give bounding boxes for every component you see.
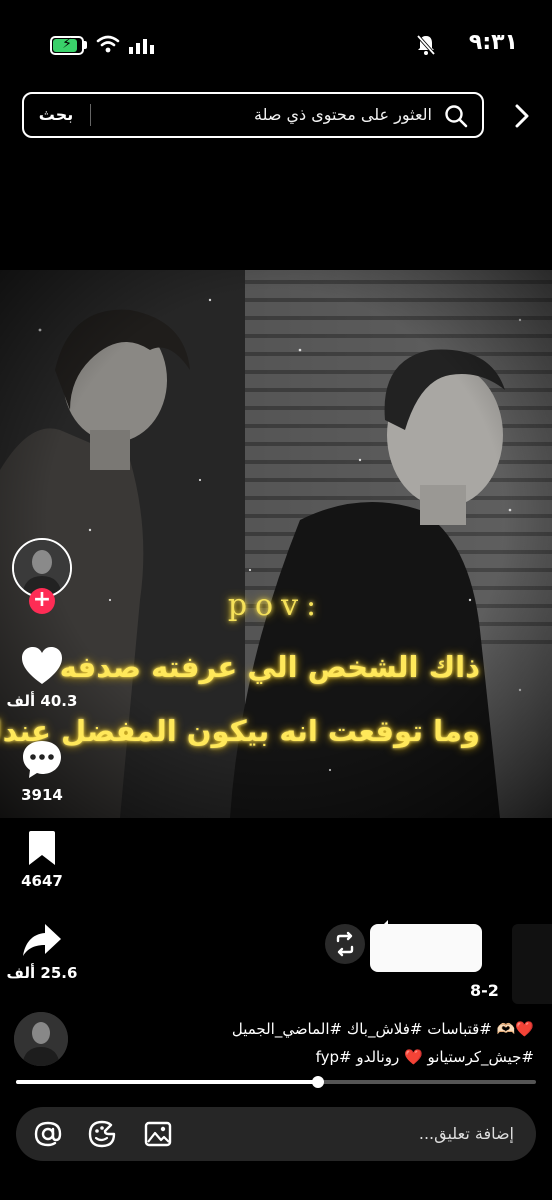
share-count: 25.6 ألف xyxy=(6,964,78,982)
video-progress-bar[interactable] xyxy=(16,1076,536,1088)
comment-input[interactable]: إضافة تعليق... xyxy=(419,1107,514,1161)
post-date: 8-2 xyxy=(470,981,499,1000)
mention-icon[interactable] xyxy=(34,1120,62,1148)
overlay-title: pov: xyxy=(227,588,325,623)
search-box[interactable]: بحث العثور على محتوى ذي صلة xyxy=(22,92,484,138)
save-count: 4647 xyxy=(21,872,63,890)
search-divider xyxy=(90,104,91,126)
status-time: ٩:٣١ xyxy=(468,30,518,55)
like-button[interactable]: 40.3 ألف xyxy=(0,646,84,710)
status-bar: ⚡ ٩:٣١ xyxy=(0,0,552,90)
comment-bubble[interactable] xyxy=(370,924,482,972)
progress-handle[interactable] xyxy=(311,1076,324,1088)
signal-icon xyxy=(129,39,154,54)
search-button[interactable]: بحث xyxy=(24,94,88,136)
image-icon[interactable] xyxy=(144,1120,172,1148)
caption-line-2: #جيش_كرستيانو ❤️ رونالدو #fyp xyxy=(315,1048,534,1066)
progress-fill xyxy=(16,1080,318,1084)
search-input[interactable]: العثور على محتوى ذي صلة xyxy=(254,94,432,136)
heart-icon xyxy=(22,647,62,684)
battery-tip xyxy=(84,41,87,49)
emoji-icon[interactable] xyxy=(88,1120,116,1148)
caption-line-1: ❤️🫶🏻 #قتباسات #فلاش_باك #الماضي_الجميل xyxy=(231,1020,534,1038)
bookmark-icon xyxy=(29,831,55,865)
wifi-icon xyxy=(96,35,120,53)
comment-icon xyxy=(23,741,61,778)
search-icon xyxy=(445,105,468,128)
like-count: 40.3 ألف xyxy=(6,692,78,710)
comment-count: 3914 xyxy=(21,786,63,804)
caption-avatar[interactable] xyxy=(14,1012,68,1066)
repost-icon xyxy=(336,931,354,957)
bolt-icon: ⚡ xyxy=(62,36,72,52)
chevron-right-icon[interactable] xyxy=(512,103,532,129)
follow-button[interactable]: + xyxy=(29,588,55,614)
save-button[interactable]: 4647 xyxy=(0,830,84,890)
overlay-text-line-1: ذاك الشخص الي عرفته صدفه xyxy=(59,650,480,684)
share-button[interactable]: 25.6 ألف xyxy=(0,922,84,982)
repost-button[interactable] xyxy=(325,924,365,964)
share-icon xyxy=(23,924,61,956)
next-video-preview[interactable] xyxy=(512,924,552,1004)
comment-input-bar[interactable]: إضافة تعليق... xyxy=(16,1107,536,1161)
mute-icon xyxy=(416,34,436,56)
overlay-text-line-2: وما توقعت انه بيكون المفضل عندك xyxy=(0,714,480,748)
battery-charging-icon: ⚡ xyxy=(50,36,84,55)
comment-button[interactable]: 3914 xyxy=(0,738,84,804)
